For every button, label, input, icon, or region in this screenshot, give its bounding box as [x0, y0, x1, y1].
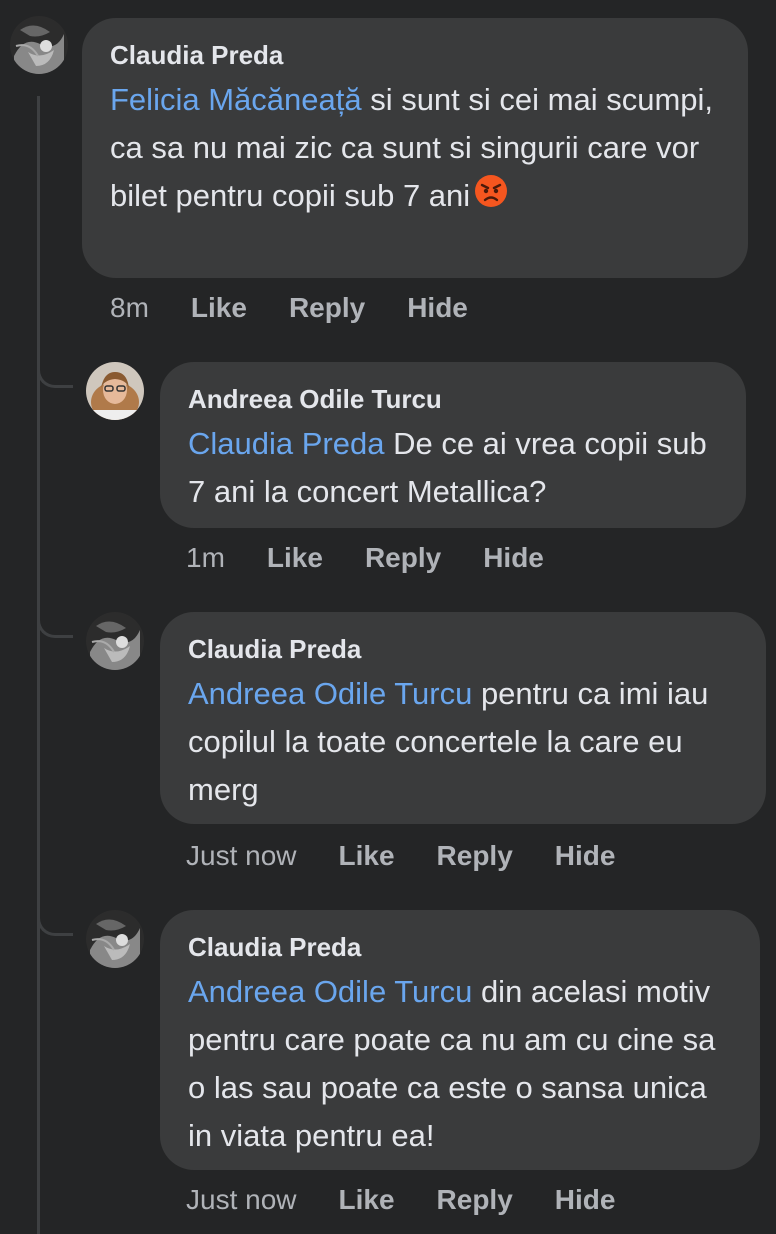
mention-link[interactable]: Andreea Odile Turcu: [188, 974, 472, 1009]
comment-timestamp[interactable]: 8m: [110, 292, 149, 324]
comment-text: Andreea Odile Turcu din acelasi motiv pe…: [188, 968, 732, 1160]
hide-button[interactable]: Hide: [407, 292, 468, 324]
avatar[interactable]: [86, 910, 144, 968]
mention-link[interactable]: Felicia Măcăneață: [110, 82, 362, 117]
reply-button[interactable]: Reply: [437, 1184, 513, 1216]
comment-text: Felicia Măcăneață si sunt si cei mai scu…: [110, 76, 720, 222]
comment-actions: Just now Like Reply Hide: [186, 1184, 615, 1216]
comment: Andreea Odile Turcu Claudia Preda De ce …: [0, 340, 776, 590]
comment-text: Claudia Preda De ce ai vrea copii sub 7 …: [188, 420, 718, 516]
avatar[interactable]: [86, 362, 144, 420]
mention-link[interactable]: Claudia Preda: [188, 426, 384, 461]
hide-button[interactable]: Hide: [483, 542, 544, 574]
hide-button[interactable]: Hide: [555, 840, 616, 872]
comment-actions: 1m Like Reply Hide: [186, 542, 544, 574]
comment-author[interactable]: Claudia Preda: [188, 634, 738, 664]
avatar[interactable]: [86, 612, 144, 670]
mention-link[interactable]: Andreea Odile Turcu: [188, 676, 472, 711]
avatar[interactable]: [10, 16, 68, 74]
hide-button[interactable]: Hide: [555, 1184, 616, 1216]
like-button[interactable]: Like: [267, 542, 323, 574]
comment-timestamp[interactable]: Just now: [186, 840, 297, 872]
like-button[interactable]: Like: [339, 1184, 395, 1216]
comment-bubble[interactable]: Claudia Preda Andreea Odile Turcu pentru…: [160, 612, 766, 824]
comment-timestamp[interactable]: 1m: [186, 542, 225, 574]
comment-text: Andreea Odile Turcu pentru ca imi iau co…: [188, 670, 738, 814]
comment: Claudia Preda Felicia Măcăneață si sunt …: [0, 0, 776, 340]
comment: Claudia Preda Andreea Odile Turcu din ac…: [0, 888, 776, 1234]
comment-author[interactable]: Andreea Odile Turcu: [188, 384, 718, 414]
reply-button[interactable]: Reply: [365, 542, 441, 574]
comment-bubble[interactable]: Claudia Preda Felicia Măcăneață si sunt …: [82, 18, 748, 278]
reply-button[interactable]: Reply: [437, 840, 513, 872]
comment-bubble[interactable]: Andreea Odile Turcu Claudia Preda De ce …: [160, 362, 746, 528]
comment-actions: Just now Like Reply Hide: [186, 840, 615, 872]
like-button[interactable]: Like: [339, 840, 395, 872]
comment-actions: 8m Like Reply Hide: [110, 292, 468, 324]
comment-bubble[interactable]: Claudia Preda Andreea Odile Turcu din ac…: [160, 910, 760, 1170]
angry-face-icon: [474, 174, 508, 222]
comment-author[interactable]: Claudia Preda: [188, 932, 732, 962]
like-button[interactable]: Like: [191, 292, 247, 324]
comment-author[interactable]: Claudia Preda: [110, 40, 720, 70]
comment-timestamp[interactable]: Just now: [186, 1184, 297, 1216]
comment: Claudia Preda Andreea Odile Turcu pentru…: [0, 590, 776, 888]
reply-button[interactable]: Reply: [289, 292, 365, 324]
